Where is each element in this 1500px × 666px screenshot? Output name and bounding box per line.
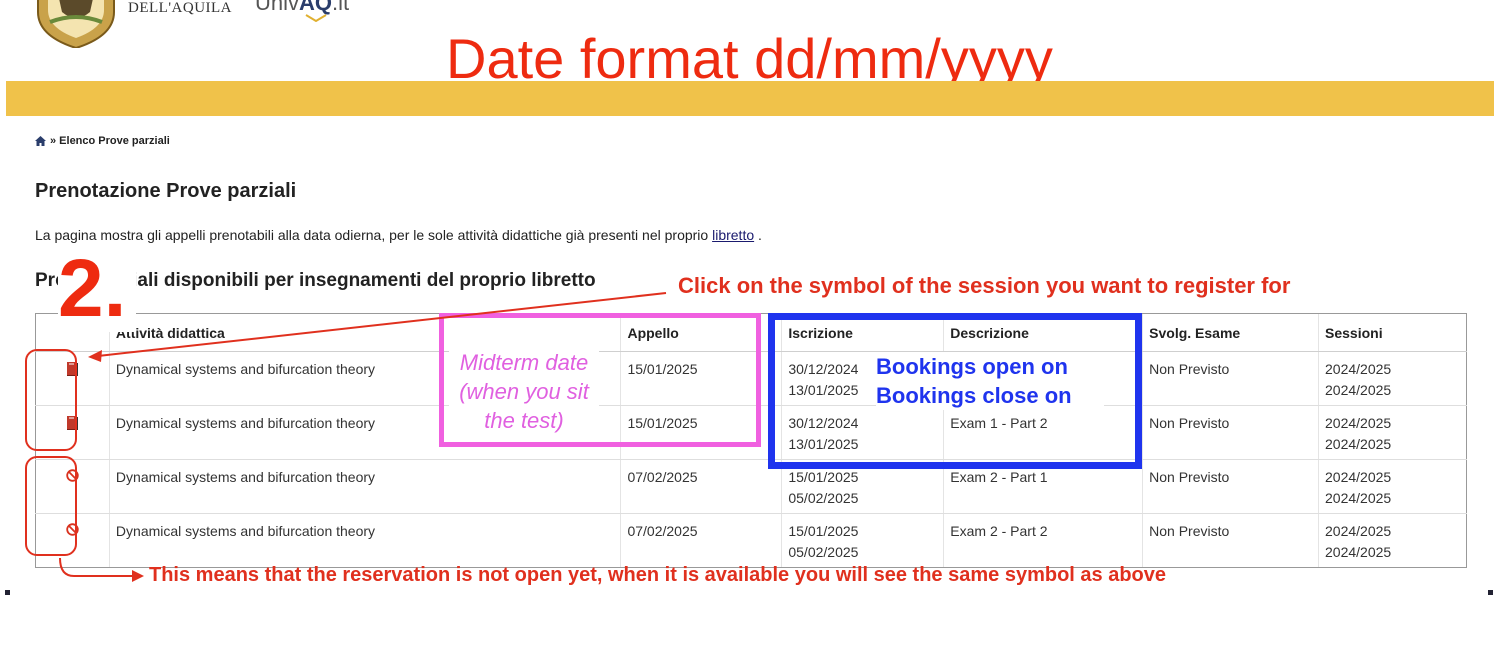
cell-svolg: Non Previsto [1142,513,1319,568]
page-corner-mark [1488,590,1493,595]
univaq-brand: AQ [299,0,333,15]
session-year: 2024/2025 [1325,544,1392,560]
cell-svolg: Non Previsto [1142,351,1319,406]
annotation-ring-available [25,349,77,451]
cell-sessioni: 2024/2025 2024/2025 [1318,459,1467,514]
annotation-bookings-close: Bookings close on [876,383,1072,408]
univaq-prefix: Univ [255,0,300,15]
intro-end: . [754,227,762,243]
cell-iscrizione: 15/01/2025 05/02/2025 [781,513,944,568]
session-year: 2024/2025 [1325,490,1392,506]
cell-svolg: Non Previsto [1142,405,1319,460]
annotation-click-instruction: Click on the symbol of the session you w… [678,273,1291,298]
iscrizione-close: 05/02/2025 [788,544,859,560]
univaq-suffix: .it [332,0,350,15]
univaq-logo[interactable]: UnivAQ.it [255,0,350,22]
iscrizione-open: 15/01/2025 [788,523,859,539]
table-row: Dynamical systems and bifurcation theory… [35,513,1467,568]
page-corner-mark [5,590,10,595]
cell-sessioni: 2024/2025 2024/2025 [1318,351,1467,406]
cell-appello: 07/02/2025 [620,513,782,568]
session-year: 2024/2025 [1325,415,1392,431]
university-crest-logo [37,0,115,48]
annotation-ring-unavailable [25,456,77,556]
cell-sessioni: 2024/2025 2024/2025 [1318,405,1467,460]
chevron-down-icon [305,14,327,22]
cell-svolg: Non Previsto [1142,459,1319,514]
annotation-step-number: 2. [58,243,127,334]
cell-activity: Dynamical systems and bifurcation theory [108,513,621,568]
page-title: Prenotazione Prove parziali [35,180,297,202]
session-year: 2024/2025 [1325,436,1392,452]
column-header-sessioni[interactable]: Sessioni [1318,313,1467,352]
annotation-bookings-label: Bookings open on Bookings close on [876,352,1104,410]
annotation-not-open-note: This means that the reservation is not o… [149,564,1167,586]
cell-activity: Dynamical systems and bifurcation theory [108,459,621,514]
libretto-link[interactable]: libretto [712,227,754,243]
annotation-bookings-open: Bookings open on [876,354,1068,379]
university-name: DELL'AQUILA [128,0,233,16]
annotation-midterm-note: Midterm date (when you sit the test) [449,348,599,434]
session-year: 2024/2025 [1325,361,1392,377]
home-icon[interactable] [35,136,46,146]
header-banner [6,81,1494,116]
intro-body: La pagina mostra gli appelli prenotabili… [35,227,709,243]
cell-appello: 07/02/2025 [620,459,782,514]
iscrizione-close: 05/02/2025 [788,490,859,506]
table-row: Dynamical systems and bifurcation theory… [35,459,1467,514]
cell-descrizione: Exam 2 - Part 2 [943,513,1143,568]
session-year: 2024/2025 [1325,523,1392,539]
cell-sessioni: 2024/2025 2024/2025 [1318,513,1467,568]
breadcrumb: » Elenco Prove parziali [35,135,170,147]
breadcrumb-current: » Elenco Prove parziali [50,135,170,147]
column-header-svolg[interactable]: Svolg. Esame [1142,313,1319,352]
intro-text: La pagina mostra gli appelli prenotabili… [35,227,762,243]
iscrizione-open: 15/01/2025 [788,469,859,485]
session-year: 2024/2025 [1325,382,1392,398]
session-year: 2024/2025 [1325,469,1392,485]
